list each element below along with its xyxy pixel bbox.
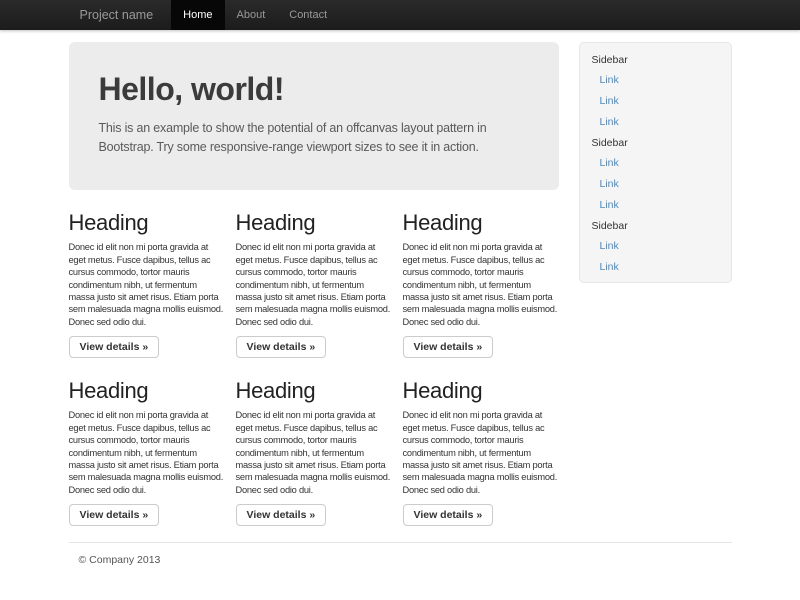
view-details-button[interactable]: View details » bbox=[403, 504, 494, 526]
card-4: Heading Donec id elit non mi porta gravi… bbox=[69, 358, 225, 526]
card-heading: Heading bbox=[403, 378, 559, 403]
page-container: Hello, world! This is an example to show… bbox=[69, 30, 732, 566]
card-body-text: Donec id elit non mi porta gravida at eg… bbox=[69, 409, 225, 496]
card-body-text: Donec id elit non mi porta gravida at eg… bbox=[236, 241, 392, 328]
sidebar-panel: Sidebar Link Link Link Sidebar Link Link… bbox=[579, 42, 732, 283]
card-5: Heading Donec id elit non mi porta gravi… bbox=[236, 358, 392, 526]
sidebar-link[interactable]: Link bbox=[580, 91, 731, 112]
card-heading: Heading bbox=[236, 378, 392, 403]
card-heading: Heading bbox=[236, 210, 392, 235]
nav-item-about[interactable]: About bbox=[225, 0, 278, 30]
sidebar-link[interactable]: Link bbox=[580, 236, 731, 257]
sidebar-column: Sidebar Link Link Link Sidebar Link Link… bbox=[579, 30, 732, 526]
card-3: Heading Donec id elit non mi porta gravi… bbox=[403, 190, 559, 358]
card-heading: Heading bbox=[69, 378, 225, 403]
card-2: Heading Donec id elit non mi porta gravi… bbox=[236, 190, 392, 358]
card-heading: Heading bbox=[403, 210, 559, 235]
main-column: Hello, world! This is an example to show… bbox=[69, 30, 559, 526]
view-details-button[interactable]: View details » bbox=[69, 504, 160, 526]
footer-divider bbox=[69, 542, 732, 543]
page-title: Hello, world! bbox=[99, 71, 529, 108]
jumbotron-description: This is an example to show the potential… bbox=[99, 119, 525, 157]
card-1: Heading Donec id elit non mi porta gravi… bbox=[69, 190, 225, 358]
view-details-button[interactable]: View details » bbox=[236, 336, 327, 358]
view-details-button[interactable]: View details » bbox=[69, 336, 160, 358]
content-row: Hello, world! This is an example to show… bbox=[69, 30, 732, 526]
card-grid: Heading Donec id elit non mi porta gravi… bbox=[69, 190, 559, 526]
sidebar-link[interactable]: Link bbox=[580, 70, 731, 91]
sidebar-link[interactable]: Link bbox=[580, 174, 731, 195]
view-details-button[interactable]: View details » bbox=[403, 336, 494, 358]
sidebar-link[interactable]: Link bbox=[580, 153, 731, 174]
nav-item-contact[interactable]: Contact bbox=[277, 0, 339, 30]
card-body-text: Donec id elit non mi porta gravida at eg… bbox=[403, 409, 559, 496]
sidebar-section-title-1: Sidebar bbox=[580, 50, 731, 70]
jumbotron: Hello, world! This is an example to show… bbox=[69, 42, 559, 190]
card-body-text: Donec id elit non mi porta gravida at eg… bbox=[403, 241, 559, 328]
sidebar-section-title-2: Sidebar bbox=[580, 133, 731, 153]
copyright-text: © Company 2013 bbox=[79, 554, 732, 566]
nav-item-home[interactable]: Home bbox=[171, 0, 224, 30]
card-6: Heading Donec id elit non mi porta gravi… bbox=[403, 358, 559, 526]
top-navbar: Project name Home About Contact bbox=[0, 0, 800, 30]
navbar-menu: Home About Contact bbox=[171, 0, 339, 30]
view-details-button[interactable]: View details » bbox=[236, 504, 327, 526]
card-body-text: Donec id elit non mi porta gravida at eg… bbox=[236, 409, 392, 496]
sidebar-link[interactable]: Link bbox=[580, 112, 731, 133]
sidebar-section-title-3: Sidebar bbox=[580, 216, 731, 236]
sidebar-link[interactable]: Link bbox=[580, 195, 731, 216]
sidebar-link[interactable]: Link bbox=[580, 257, 731, 278]
navbar-container: Project name Home About Contact bbox=[69, 0, 732, 30]
card-body-text: Donec id elit non mi porta gravida at eg… bbox=[69, 241, 225, 328]
navbar-brand[interactable]: Project name bbox=[69, 0, 166, 30]
card-heading: Heading bbox=[69, 210, 225, 235]
page-footer: © Company 2013 bbox=[69, 542, 732, 566]
